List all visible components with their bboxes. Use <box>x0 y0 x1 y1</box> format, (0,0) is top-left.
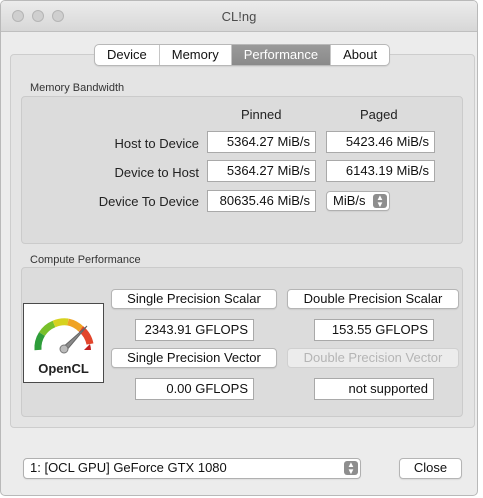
pinned-column-header: Pinned <box>241 107 282 122</box>
opencl-gauge-icon <box>34 318 94 354</box>
up-down-chevron-icon: ▲ ▼ <box>344 461 358 476</box>
device-to-host-paged-value: 6143.19 MiB/s <box>326 160 435 182</box>
up-down-chevron-icon: ▲ ▼ <box>373 194 387 209</box>
tab-about[interactable]: About <box>331 45 389 65</box>
opencl-logo: OpenCL <box>23 303 104 383</box>
host-to-device-pinned-value: 5364.27 MiB/s <box>207 131 316 153</box>
double-precision-vector-button: Double Precision Vector <box>287 348 459 368</box>
paged-column-header: Paged <box>360 107 398 122</box>
tab-memory[interactable]: Memory <box>160 45 232 65</box>
double-precision-vector-value: not supported <box>314 378 434 400</box>
device-select[interactable]: 1: [OCL GPU] GeForce GTX 1080 ▲ ▼ <box>23 458 361 479</box>
app-window: CL!ng Device Memory Performance About Me… <box>0 0 478 496</box>
device-to-device-pinned-value: 80635.46 MiB/s <box>207 190 316 212</box>
double-precision-scalar-button[interactable]: Double Precision Scalar <box>287 289 459 309</box>
memory-bandwidth-label: Memory Bandwidth <box>30 82 125 94</box>
tab-device[interactable]: Device <box>95 45 160 65</box>
tab-performance[interactable]: Performance <box>231 45 332 65</box>
double-precision-scalar-value: 153.55 GFLOPS <box>314 319 434 341</box>
device-to-host-pinned-value: 5364.27 MiB/s <box>207 160 316 182</box>
single-precision-scalar-value: 2343.91 GFLOPS <box>135 319 254 341</box>
opencl-logo-text: OpenCL <box>38 361 89 376</box>
device-to-device-label: Device To Device <box>98 194 199 209</box>
device-select-value: 1: [OCL GPU] GeForce GTX 1080 <box>30 460 227 475</box>
host-to-device-label: Host to Device <box>114 136 199 151</box>
bandwidth-unit-value: MiB/s <box>333 193 366 208</box>
bandwidth-unit-select[interactable]: MiB/s ▲ ▼ <box>326 191 390 211</box>
window-title: CL!ng <box>221 9 257 24</box>
title-bar: CL!ng <box>1 1 477 32</box>
compute-performance-label: Compute Performance <box>30 254 141 266</box>
host-to-device-paged-value: 5423.46 MiB/s <box>326 131 435 153</box>
single-precision-scalar-button[interactable]: Single Precision Scalar <box>111 289 277 309</box>
single-precision-vector-button[interactable]: Single Precision Vector <box>111 348 277 368</box>
tab-bar: Device Memory Performance About <box>94 44 391 66</box>
close-button[interactable]: Close <box>399 458 462 479</box>
device-to-host-label: Device to Host <box>114 165 199 180</box>
single-precision-vector-value: 0.00 GFLOPS <box>135 378 254 400</box>
